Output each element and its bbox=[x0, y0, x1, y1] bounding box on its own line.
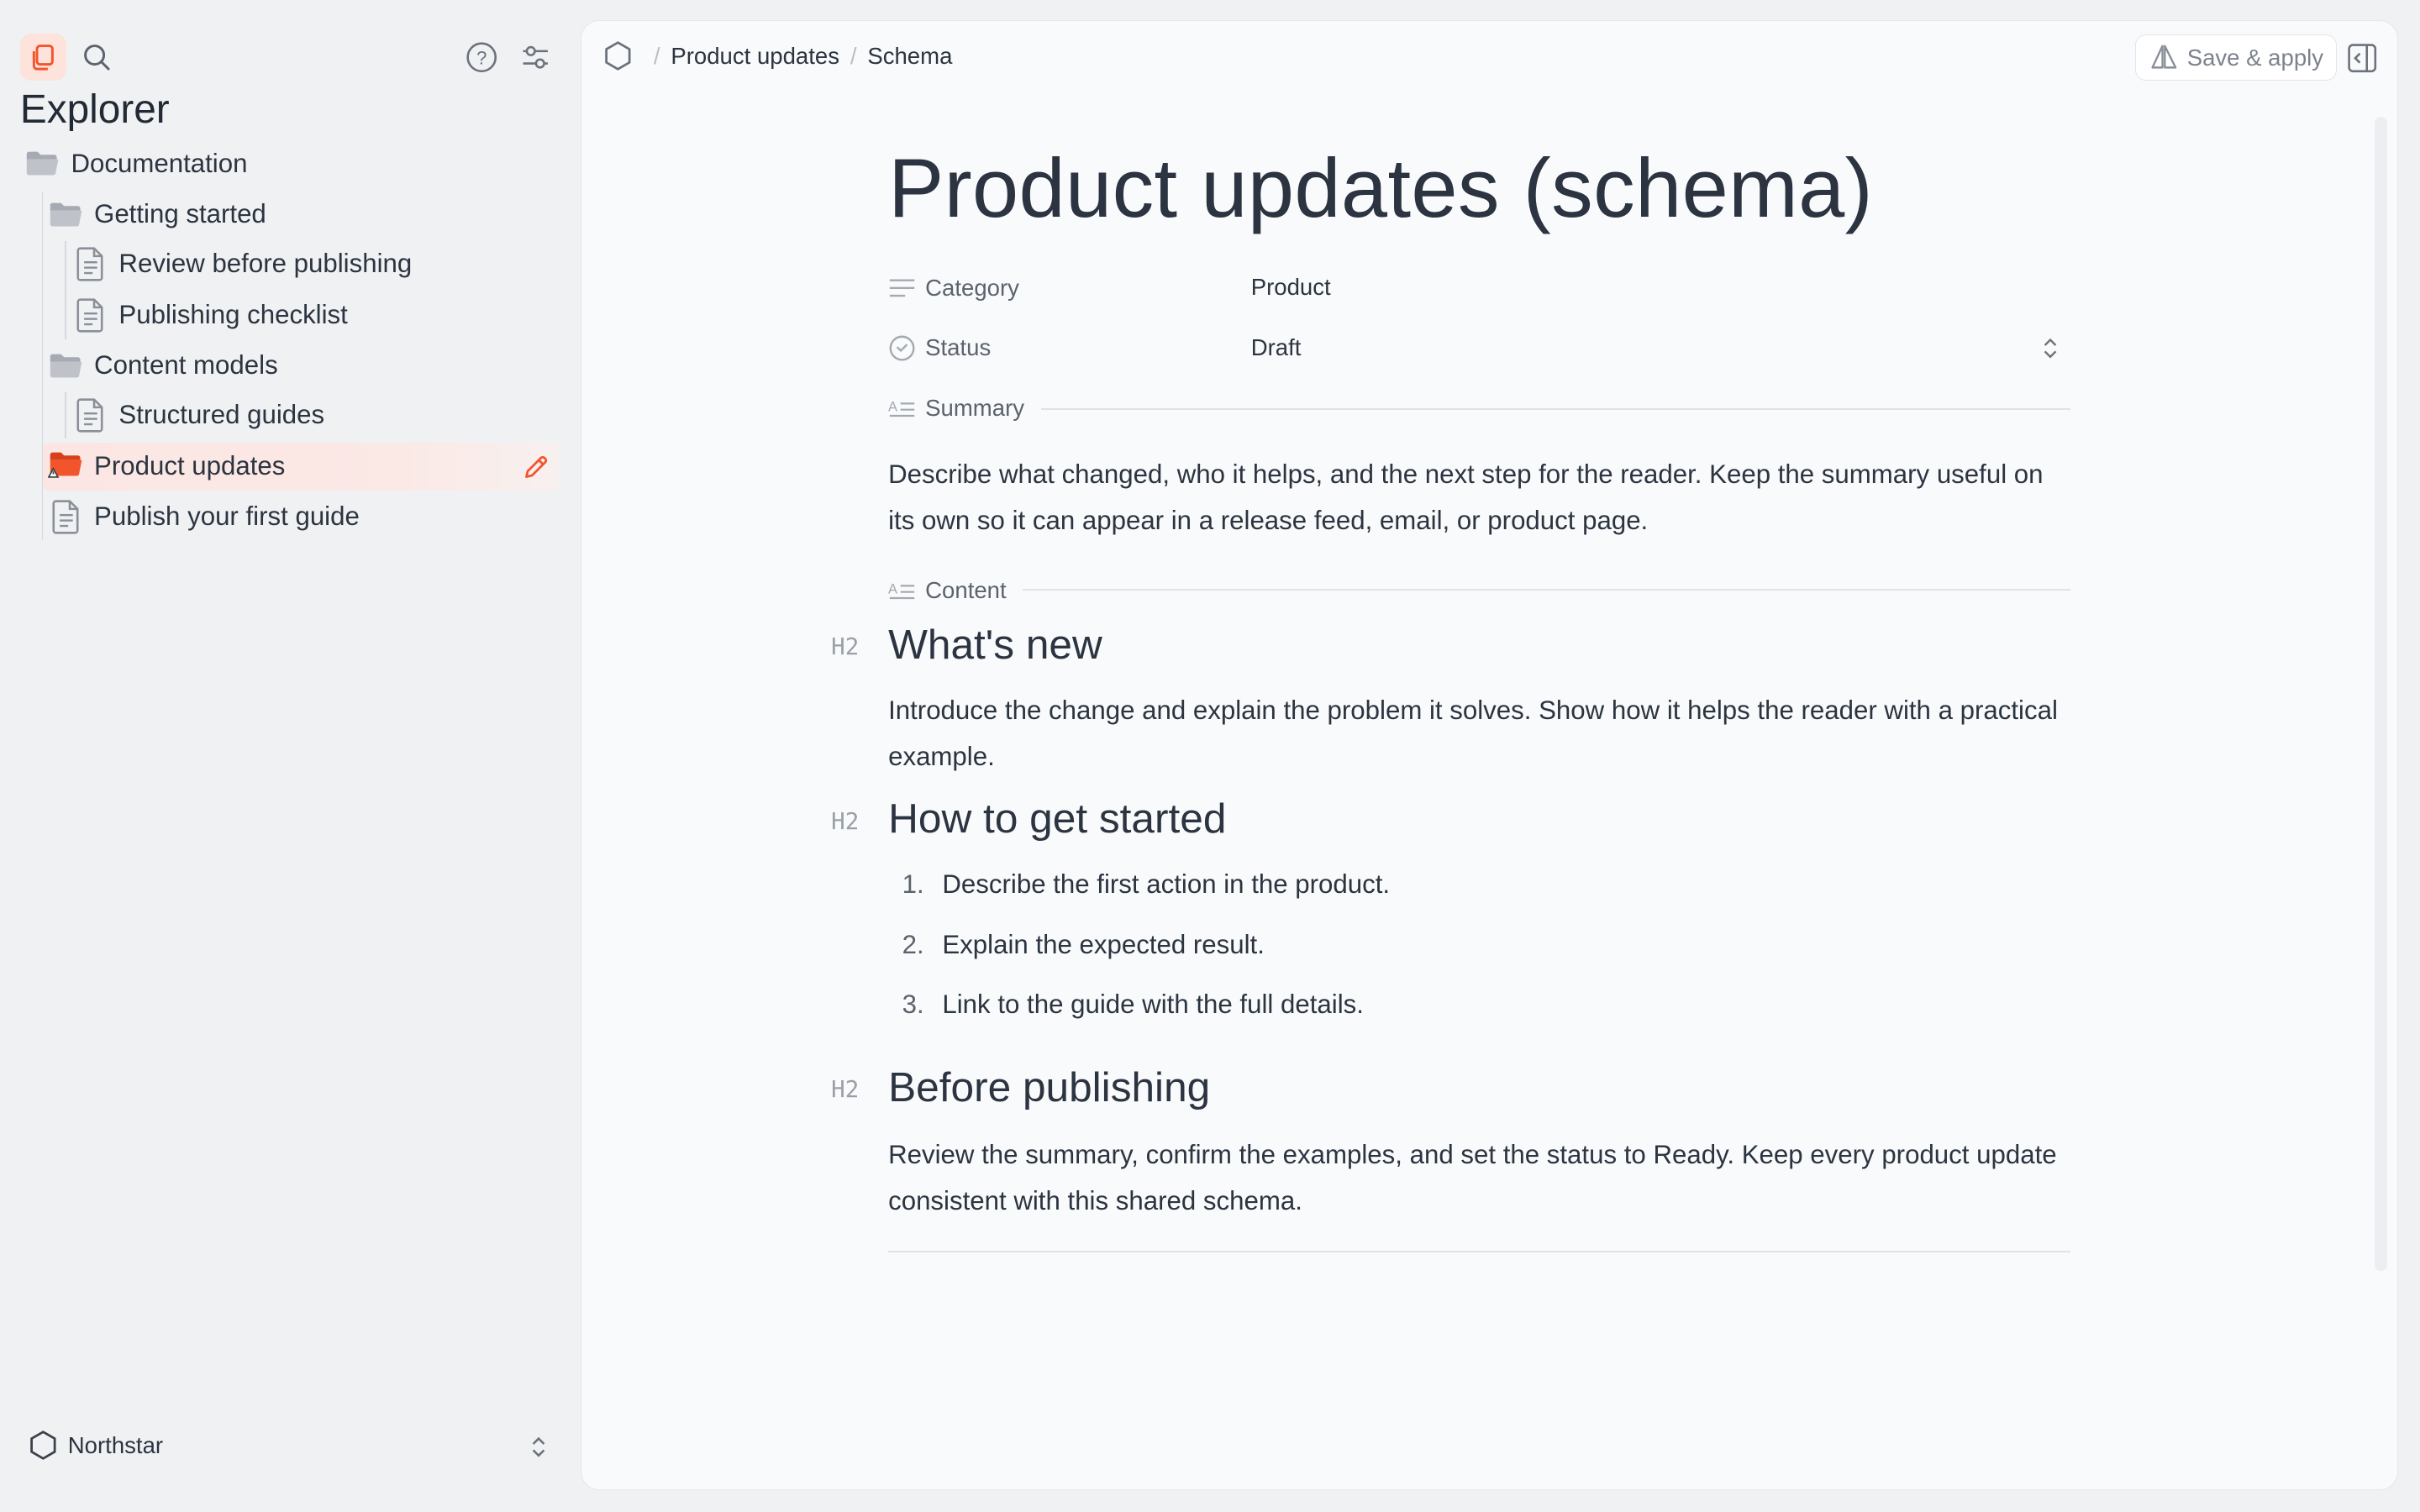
save-apply-label: Save & apply bbox=[2186, 44, 2324, 71]
list-number: 3. bbox=[902, 990, 924, 1020]
list-item[interactable]: 2. Explain the expected result. bbox=[902, 930, 1265, 960]
section-heading[interactable]: Before publishing bbox=[888, 1063, 1210, 1111]
workspace-switcher[interactable]: Northstar bbox=[28, 1429, 163, 1462]
section-heading[interactable]: What's new bbox=[888, 620, 1102, 669]
status-select-value: Draft bbox=[1250, 334, 1302, 361]
help-icon[interactable]: ? bbox=[461, 37, 502, 77]
breadcrumb-separator: / bbox=[850, 43, 857, 70]
status-select[interactable]: Draft bbox=[1251, 329, 2069, 366]
svg-text:A: A bbox=[888, 399, 897, 415]
tree-item-structured-guides[interactable]: Structured guides bbox=[72, 392, 324, 438]
list-item-text: Describe the first action in the product… bbox=[942, 869, 1391, 900]
document-icon bbox=[72, 297, 109, 333]
document-icon bbox=[48, 498, 85, 535]
section-divider bbox=[1040, 407, 2070, 410]
heading-level-tag: H2 bbox=[831, 633, 860, 661]
property-label-text: Status bbox=[925, 334, 992, 361]
edit-pencil-icon[interactable] bbox=[518, 450, 552, 484]
folder-open-icon bbox=[48, 347, 85, 384]
list-number: 1. bbox=[902, 869, 924, 900]
tree-item-getting-started[interactable]: Getting started bbox=[48, 192, 266, 238]
property-category-label: Category bbox=[888, 274, 1019, 302]
tree-item-label: Review before publishing bbox=[118, 249, 413, 279]
list-item[interactable]: 1. Describe the first action in the prod… bbox=[902, 869, 1390, 900]
text-field-icon: A bbox=[888, 576, 916, 604]
tree-item-label: Product updates bbox=[94, 450, 286, 480]
property-status-label: Status bbox=[888, 334, 991, 362]
sidebar-title: Explorer bbox=[19, 87, 170, 132]
section-paragraph[interactable]: Review the summary, confirm the examples… bbox=[888, 1131, 2076, 1224]
chevron-up-down-icon bbox=[2041, 336, 2060, 366]
svg-text:A: A bbox=[888, 580, 897, 596]
summary-text[interactable]: Describe what changed, who it helps, and… bbox=[888, 451, 2076, 543]
chevron-up-down-icon[interactable] bbox=[524, 1433, 552, 1461]
tree-item-content-models[interactable]: Content models bbox=[48, 343, 278, 389]
tree-guide bbox=[65, 391, 66, 438]
tree-item-label: Structured guides bbox=[118, 400, 325, 430]
status-check-icon bbox=[888, 334, 916, 362]
summary-section-label: A Summary bbox=[888, 394, 1024, 422]
tree-item-publish-your-first-guide[interactable]: Publish your first guide bbox=[48, 494, 360, 540]
tree-guide bbox=[65, 240, 66, 340]
document-end-divider bbox=[888, 1250, 2070, 1252]
settings-sliders-icon[interactable] bbox=[515, 37, 555, 77]
folder-open-icon bbox=[24, 145, 61, 182]
tree-guide bbox=[41, 191, 44, 540]
list-item[interactable]: 3. Link to the guide with the full detai… bbox=[902, 990, 1364, 1020]
section-paragraph[interactable]: Introduce the change and explain the pro… bbox=[888, 687, 2076, 780]
section-label-text: Summary bbox=[925, 394, 1025, 421]
list-item-text: Link to the guide with the full details. bbox=[942, 990, 1364, 1020]
breadcrumb: / Product updates / Schema bbox=[602, 39, 952, 73]
tree-item-label: Documentation bbox=[71, 148, 248, 178]
tree-item-product-updates[interactable]: Product updates bbox=[47, 443, 286, 489]
hexagon-icon[interactable] bbox=[602, 39, 634, 73]
section-label-text: Content bbox=[925, 576, 1007, 603]
heading-level-tag: H2 bbox=[831, 1076, 860, 1104]
svg-text:?: ? bbox=[476, 47, 487, 68]
folder-open-icon bbox=[48, 196, 85, 233]
editor-panel: / Product updates / Schema Save & apply … bbox=[580, 19, 2399, 1491]
tree-item-label: Content models bbox=[94, 350, 278, 381]
document-icon bbox=[72, 245, 109, 282]
sidebar: ? Explorer Documentation Getting started… bbox=[0, 0, 581, 1512]
breadcrumb-item[interactable]: Product updates bbox=[671, 43, 839, 70]
tree-item-review-before-publishing[interactable]: Review before publishing bbox=[72, 241, 412, 287]
tree-item-publishing-checklist[interactable]: Publishing checklist bbox=[72, 291, 348, 338]
hexagon-icon bbox=[28, 1429, 59, 1462]
collapse-panel-icon[interactable] bbox=[2345, 41, 2379, 81]
list-item-text: Explain the expected result. bbox=[942, 929, 1265, 959]
folder-warning-icon bbox=[47, 448, 85, 485]
breadcrumb-item-current[interactable]: Schema bbox=[867, 43, 952, 70]
list-number: 2. bbox=[902, 929, 924, 959]
workspace-name: Northstar bbox=[67, 1431, 164, 1458]
property-label-text: Category bbox=[925, 274, 1019, 301]
property-category-value[interactable]: Product bbox=[1251, 274, 1331, 301]
text-field-icon: A bbox=[888, 394, 916, 422]
document-title[interactable]: Product updates (schema) bbox=[888, 141, 1873, 237]
document-icon bbox=[72, 396, 109, 433]
section-heading[interactable]: How to get started bbox=[888, 794, 1226, 843]
tree-item-documentation[interactable]: Documentation bbox=[24, 140, 247, 186]
sail-icon bbox=[2149, 43, 2180, 74]
lines-icon bbox=[888, 274, 916, 302]
content-section-label: A Content bbox=[888, 576, 1007, 604]
save-apply-button[interactable]: Save & apply bbox=[2135, 34, 2337, 81]
heading-level-tag: H2 bbox=[831, 807, 860, 835]
tree-item-label: Publish your first guide bbox=[94, 501, 360, 532]
tree-item-label: Getting started bbox=[94, 199, 266, 229]
section-divider bbox=[1022, 588, 2070, 591]
files-icon[interactable] bbox=[19, 34, 66, 81]
breadcrumb-separator: / bbox=[653, 43, 660, 70]
search-icon[interactable] bbox=[77, 37, 118, 77]
tree-item-label: Publishing checklist bbox=[118, 299, 348, 329]
scrollbar[interactable] bbox=[2374, 116, 2387, 1271]
